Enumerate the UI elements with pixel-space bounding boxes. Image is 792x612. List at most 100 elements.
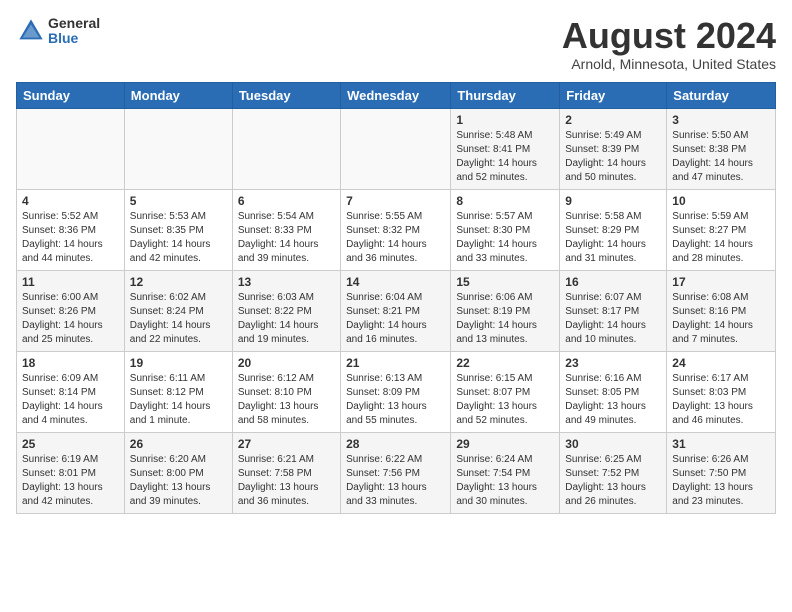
day-number: 27 xyxy=(238,437,335,451)
weekday-header: Saturday xyxy=(667,82,776,108)
day-number: 30 xyxy=(565,437,661,451)
logo-icon xyxy=(16,16,46,46)
day-number: 31 xyxy=(672,437,770,451)
day-info: Sunrise: 5:48 AM Sunset: 8:41 PM Dayligh… xyxy=(456,129,554,185)
logo-blue: Blue xyxy=(48,31,100,46)
day-info: Sunrise: 6:08 AM Sunset: 8:16 PM Dayligh… xyxy=(672,291,770,347)
calendar-day-cell xyxy=(124,108,232,189)
day-info: Sunrise: 6:07 AM Sunset: 8:17 PM Dayligh… xyxy=(565,291,661,347)
day-number: 14 xyxy=(346,275,445,289)
day-number: 18 xyxy=(22,356,119,370)
day-info: Sunrise: 6:04 AM Sunset: 8:21 PM Dayligh… xyxy=(346,291,445,347)
calendar-day-cell: 26Sunrise: 6:20 AM Sunset: 8:00 PM Dayli… xyxy=(124,432,232,513)
day-number: 6 xyxy=(238,194,335,208)
day-info: Sunrise: 6:12 AM Sunset: 8:10 PM Dayligh… xyxy=(238,372,335,428)
day-info: Sunrise: 6:03 AM Sunset: 8:22 PM Dayligh… xyxy=(238,291,335,347)
day-info: Sunrise: 5:59 AM Sunset: 8:27 PM Dayligh… xyxy=(672,210,770,266)
calendar-day-cell: 9 Sunrise: 5:58 AM Sunset: 8:29 PM Daylig… xyxy=(560,189,667,270)
calendar-day-cell: 8Sunrise: 5:57 AM Sunset: 8:30 PM Daylig… xyxy=(451,189,560,270)
calendar-day-cell: 12Sunrise: 6:02 AM Sunset: 8:24 PM Dayli… xyxy=(124,270,232,351)
calendar-week-row: 11 Sunrise: 6:00 AM Sunset: 8:26 PM Dayli… xyxy=(17,270,776,351)
day-info: Sunrise: 5:57 AM Sunset: 8:30 PM Dayligh… xyxy=(456,210,554,266)
calendar-day-cell: 20Sunrise: 6:12 AM Sunset: 8:10 PM Dayli… xyxy=(232,351,340,432)
weekday-header: Monday xyxy=(124,82,232,108)
calendar-header-row: SundayMondayTuesdayWednesdayThursdayFrid… xyxy=(17,82,776,108)
day-info: Sunrise: 6:09 AM Sunset: 8:14 PM Dayligh… xyxy=(22,372,119,428)
calendar: SundayMondayTuesdayWednesdayThursdayFrid… xyxy=(16,82,776,514)
weekday-header: Thursday xyxy=(451,82,560,108)
day-info: Sunrise: 6:17 AM Sunset: 8:03 PM Dayligh… xyxy=(672,372,770,428)
day-number: 10 xyxy=(672,194,770,208)
weekday-header: Friday xyxy=(560,82,667,108)
calendar-day-cell: 3Sunrise: 5:50 AM Sunset: 8:38 PM Daylig… xyxy=(667,108,776,189)
day-info: Sunrise: 5:53 AM Sunset: 8:35 PM Dayligh… xyxy=(130,210,227,266)
day-number: 22 xyxy=(456,356,554,370)
calendar-day-cell xyxy=(341,108,451,189)
calendar-day-cell: 14 Sunrise: 6:04 AM Sunset: 8:21 PM Dayli… xyxy=(341,270,451,351)
day-info: Sunrise: 5:58 AM Sunset: 8:29 PM Dayligh… xyxy=(565,210,661,266)
day-number: 4 xyxy=(22,194,119,208)
calendar-day-cell: 11 Sunrise: 6:00 AM Sunset: 8:26 PM Dayli… xyxy=(17,270,125,351)
calendar-week-row: 1 Sunrise: 5:48 AM Sunset: 8:41 PM Daylig… xyxy=(17,108,776,189)
calendar-week-row: 25Sunrise: 6:19 AM Sunset: 8:01 PM Dayli… xyxy=(17,432,776,513)
day-number: 25 xyxy=(22,437,119,451)
day-number: 28 xyxy=(346,437,445,451)
calendar-week-row: 18 Sunrise: 6:09 AM Sunset: 8:14 PM Dayli… xyxy=(17,351,776,432)
calendar-day-cell: 17Sunrise: 6:08 AM Sunset: 8:16 PM Dayli… xyxy=(667,270,776,351)
day-number: 16 xyxy=(565,275,661,289)
weekday-header: Sunday xyxy=(17,82,125,108)
calendar-day-cell: 10 Sunrise: 5:59 AM Sunset: 8:27 PM Dayli… xyxy=(667,189,776,270)
day-info: Sunrise: 6:22 AM Sunset: 7:56 PM Dayligh… xyxy=(346,453,445,509)
calendar-day-cell: 31Sunrise: 6:26 AM Sunset: 7:50 PM Dayli… xyxy=(667,432,776,513)
day-number: 19 xyxy=(130,356,227,370)
day-number: 29 xyxy=(456,437,554,451)
day-number: 15 xyxy=(456,275,554,289)
header: General Blue August 2024 Arnold, Minneso… xyxy=(16,16,776,72)
day-info: Sunrise: 6:02 AM Sunset: 8:24 PM Dayligh… xyxy=(130,291,227,347)
weekday-header: Wednesday xyxy=(341,82,451,108)
calendar-day-cell: 30Sunrise: 6:25 AM Sunset: 7:52 PM Dayli… xyxy=(560,432,667,513)
day-number: 1 xyxy=(456,113,554,127)
calendar-day-cell: 29Sunrise: 6:24 AM Sunset: 7:54 PM Dayli… xyxy=(451,432,560,513)
day-number: 9 xyxy=(565,194,661,208)
day-number: 21 xyxy=(346,356,445,370)
day-number: 2 xyxy=(565,113,661,127)
day-info: Sunrise: 6:06 AM Sunset: 8:19 PM Dayligh… xyxy=(456,291,554,347)
calendar-day-cell: 6 Sunrise: 5:54 AM Sunset: 8:33 PM Daylig… xyxy=(232,189,340,270)
calendar-day-cell: 1 Sunrise: 5:48 AM Sunset: 8:41 PM Daylig… xyxy=(451,108,560,189)
day-info: Sunrise: 5:55 AM Sunset: 8:32 PM Dayligh… xyxy=(346,210,445,266)
day-info: Sunrise: 6:13 AM Sunset: 8:09 PM Dayligh… xyxy=(346,372,445,428)
day-number: 7 xyxy=(346,194,445,208)
day-info: Sunrise: 6:21 AM Sunset: 7:58 PM Dayligh… xyxy=(238,453,335,509)
calendar-day-cell: 21 Sunrise: 6:13 AM Sunset: 8:09 PM Dayli… xyxy=(341,351,451,432)
day-number: 11 xyxy=(22,275,119,289)
title-location: Arnold, Minnesota, United States xyxy=(562,56,776,72)
calendar-day-cell: 25Sunrise: 6:19 AM Sunset: 8:01 PM Dayli… xyxy=(17,432,125,513)
logo-text: General Blue xyxy=(48,16,100,47)
calendar-day-cell: 15 Sunrise: 6:06 AM Sunset: 8:19 PM Dayli… xyxy=(451,270,560,351)
day-info: Sunrise: 6:16 AM Sunset: 8:05 PM Dayligh… xyxy=(565,372,661,428)
logo-general: General xyxy=(48,16,100,31)
day-info: Sunrise: 5:52 AM Sunset: 8:36 PM Dayligh… xyxy=(22,210,119,266)
calendar-day-cell: 28 Sunrise: 6:22 AM Sunset: 7:56 PM Dayli… xyxy=(341,432,451,513)
day-number: 5 xyxy=(130,194,227,208)
calendar-day-cell: 13 Sunrise: 6:03 AM Sunset: 8:22 PM Dayli… xyxy=(232,270,340,351)
calendar-week-row: 4 Sunrise: 5:52 AM Sunset: 8:36 PM Daylig… xyxy=(17,189,776,270)
page: General Blue August 2024 Arnold, Minneso… xyxy=(0,0,792,522)
day-number: 26 xyxy=(130,437,227,451)
day-number: 13 xyxy=(238,275,335,289)
calendar-day-cell: 27 Sunrise: 6:21 AM Sunset: 7:58 PM Dayli… xyxy=(232,432,340,513)
day-number: 23 xyxy=(565,356,661,370)
calendar-day-cell: 7 Sunrise: 5:55 AM Sunset: 8:32 PM Daylig… xyxy=(341,189,451,270)
day-info: Sunrise: 6:15 AM Sunset: 8:07 PM Dayligh… xyxy=(456,372,554,428)
title-block: August 2024 Arnold, Minnesota, United St… xyxy=(562,16,776,72)
day-number: 24 xyxy=(672,356,770,370)
calendar-day-cell: 16 Sunrise: 6:07 AM Sunset: 8:17 PM Dayli… xyxy=(560,270,667,351)
weekday-header: Tuesday xyxy=(232,82,340,108)
day-info: Sunrise: 5:54 AM Sunset: 8:33 PM Dayligh… xyxy=(238,210,335,266)
calendar-day-cell: 18 Sunrise: 6:09 AM Sunset: 8:14 PM Dayli… xyxy=(17,351,125,432)
day-info: Sunrise: 6:11 AM Sunset: 8:12 PM Dayligh… xyxy=(130,372,227,428)
calendar-day-cell: 4 Sunrise: 5:52 AM Sunset: 8:36 PM Daylig… xyxy=(17,189,125,270)
calendar-day-cell: 22 Sunrise: 6:15 AM Sunset: 8:07 PM Dayli… xyxy=(451,351,560,432)
day-info: Sunrise: 6:00 AM Sunset: 8:26 PM Dayligh… xyxy=(22,291,119,347)
